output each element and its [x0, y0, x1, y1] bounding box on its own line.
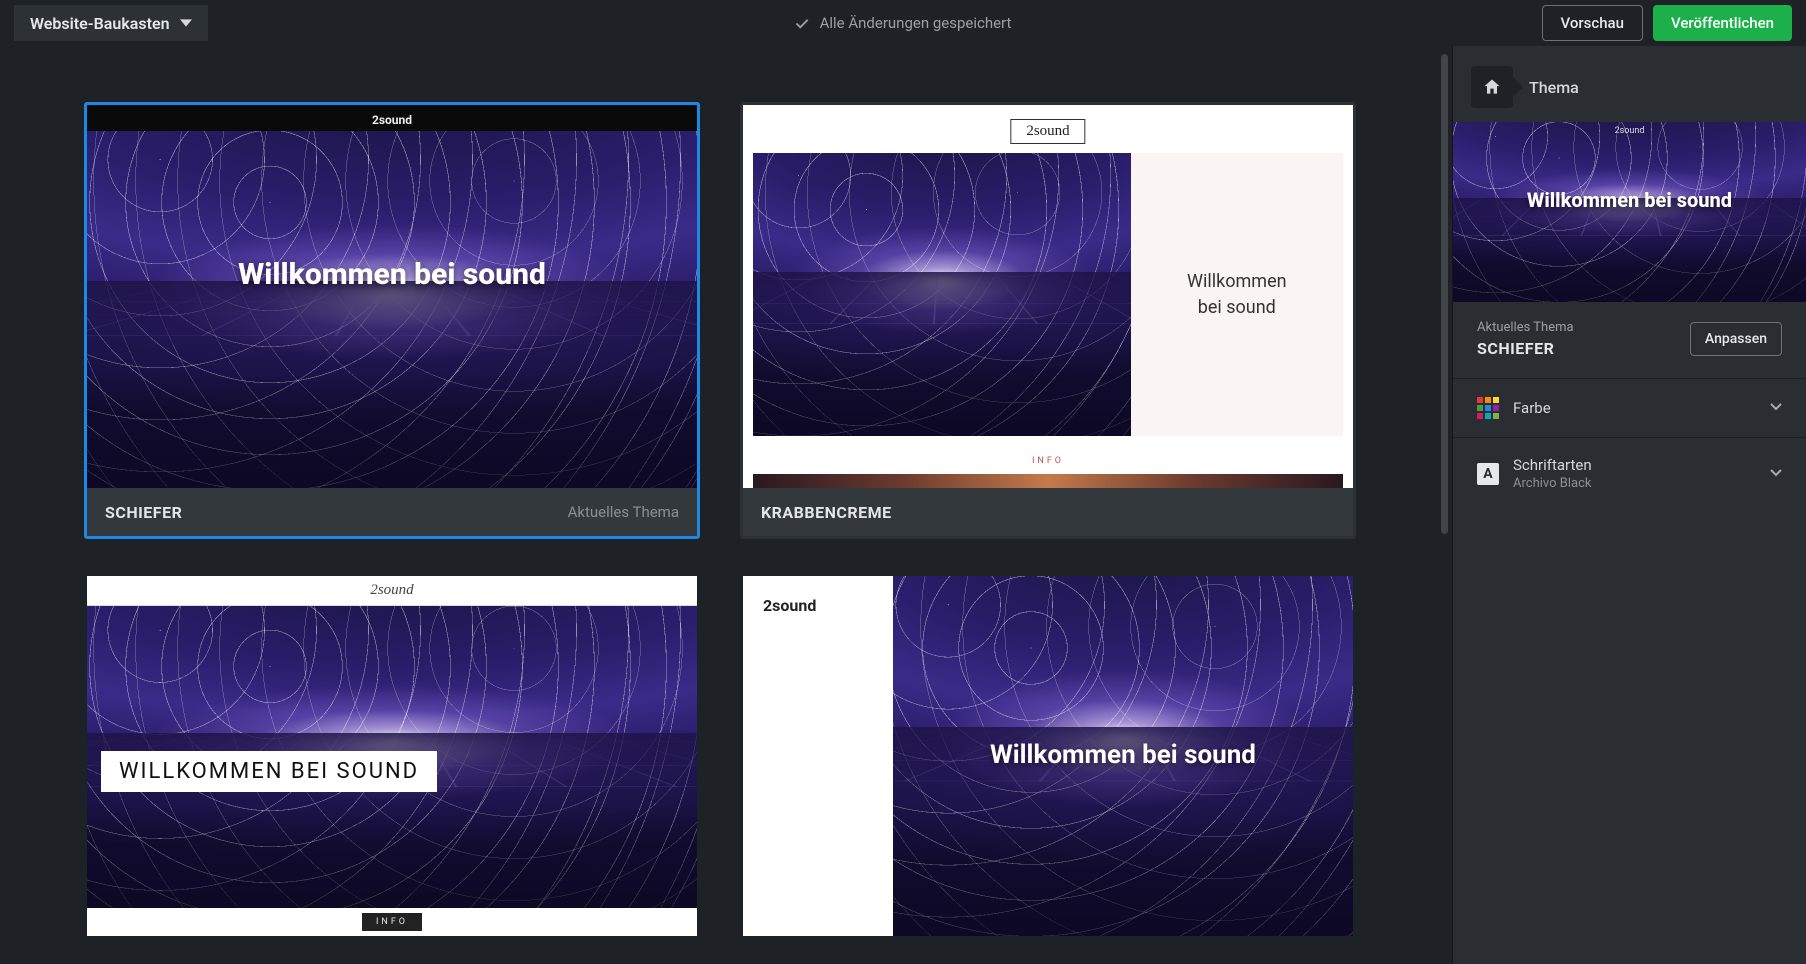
scrollbar[interactable]	[1441, 54, 1448, 534]
color-grid-icon	[1477, 397, 1499, 419]
chevron-down-icon	[1768, 398, 1784, 414]
theme-thumbnail: 2sound WILLKOMMEN BEI SOUND INFO	[87, 576, 697, 936]
theme-thumbnail: 2sound Willkommen bei sound INFO	[743, 105, 1353, 488]
section-color[interactable]: Farbe	[1453, 378, 1806, 437]
site-dropdown-label: Website-Baukasten	[30, 14, 170, 33]
preview-hero-text: Willkommen bei sound	[1453, 122, 1806, 302]
main: 2sound Willkommen bei sound SCHIEFER Akt…	[0, 46, 1806, 964]
theme-card-footer: SCHIEFER Aktuelles Thema	[87, 488, 697, 536]
side-current-theme: Aktuelles Thema SCHIEFER Anpassen	[1453, 302, 1806, 378]
customize-button[interactable]: Anpassen	[1690, 322, 1782, 356]
side-panel: Thema 2sound Willkommen bei sound Aktuel…	[1452, 46, 1806, 964]
theme-card-footer: KRABBENCREME	[743, 488, 1353, 536]
top-bar: Website-Baukasten Alle Änderungen gespei…	[0, 0, 1806, 46]
home-icon	[1482, 77, 1502, 97]
side-preview: 2sound Willkommen bei sound	[1453, 122, 1806, 302]
thumb-brand: 2sound	[743, 576, 893, 936]
check-icon	[795, 16, 810, 31]
thumb-hero-text: WILLKOMMEN BEI SOUND	[101, 751, 437, 792]
publish-button[interactable]: Veröffentlichen	[1653, 5, 1792, 41]
theme-card[interactable]: 2sound Willkommen bei sound	[740, 573, 1356, 939]
theme-card-schiefer[interactable]: 2sound Willkommen bei sound SCHIEFER Akt…	[84, 102, 700, 539]
thumb-brand: 2sound	[87, 576, 697, 606]
theme-name: KRABBENCREME	[761, 503, 892, 522]
current-theme-value: SCHIEFER	[1477, 339, 1574, 358]
preview-brand: 2sound	[1453, 126, 1806, 136]
top-actions: Vorschau Veröffentlichen	[1542, 5, 1793, 41]
current-theme-label: Aktuelles Thema	[1477, 320, 1574, 335]
thumb-hero-text: Willkommen bei sound	[893, 576, 1353, 936]
chevron-down-icon	[1768, 464, 1784, 480]
thumb-brand: 2sound	[1010, 119, 1085, 144]
home-breadcrumb[interactable]	[1471, 66, 1513, 108]
side-title: Thema	[1529, 78, 1579, 97]
preview-button[interactable]: Vorschau	[1542, 5, 1643, 41]
site-dropdown[interactable]: Website-Baukasten	[14, 5, 208, 41]
save-status: Alle Änderungen gespeichert	[795, 14, 1012, 32]
thumb-info-label: INFO	[743, 456, 1353, 466]
theme-gallery[interactable]: 2sound Willkommen bei sound SCHIEFER Akt…	[0, 46, 1452, 964]
side-header: Thema	[1453, 46, 1806, 122]
thumb-info-label: INFO	[362, 913, 422, 931]
theme-card[interactable]: 2sound WILLKOMMEN BEI SOUND INFO	[84, 573, 700, 939]
gallery-row: 2sound Willkommen bei sound SCHIEFER Akt…	[84, 102, 1412, 539]
gallery-row: 2sound WILLKOMMEN BEI SOUND INFO 2sound	[84, 573, 1412, 939]
theme-card-krabbencreme[interactable]: 2sound Willkommen bei sound INFO	[740, 102, 1356, 539]
save-status-text: Alle Änderungen gespeichert	[820, 14, 1012, 32]
theme-name: SCHIEFER	[105, 503, 182, 522]
section-label: Farbe	[1513, 399, 1551, 417]
chevron-down-icon	[180, 17, 192, 29]
thumb-brand: 2sound	[87, 113, 697, 127]
section-label: Schriftarten	[1513, 456, 1592, 474]
thumb-side-text: Willkommen bei sound	[1131, 153, 1343, 436]
font-badge-icon: A	[1477, 463, 1499, 485]
section-fonts[interactable]: A Schriftarten Archivo Black	[1453, 437, 1806, 509]
theme-current-label: Aktuelles Thema	[568, 503, 679, 521]
section-value: Archivo Black	[1513, 476, 1592, 491]
thumb-hero-text: Willkommen bei sound	[87, 105, 697, 488]
theme-thumbnail: 2sound Willkommen bei sound	[87, 105, 697, 488]
theme-thumbnail: 2sound Willkommen bei sound	[743, 576, 1353, 936]
